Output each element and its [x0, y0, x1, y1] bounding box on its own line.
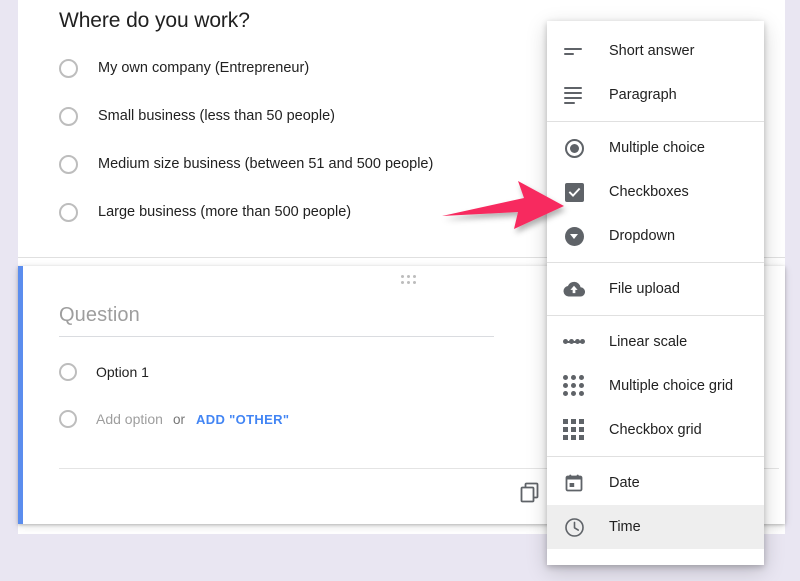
- menu-item-label: File upload: [609, 281, 680, 297]
- add-other-button[interactable]: ADD "OTHER": [196, 412, 289, 427]
- radio-unchecked-icon[interactable]: [59, 202, 78, 222]
- menu-item-time[interactable]: Time: [547, 505, 764, 549]
- menu-item-file-upload[interactable]: File upload: [547, 267, 764, 311]
- paragraph-icon: [561, 82, 587, 108]
- or-label: or: [172, 411, 185, 427]
- menu-item-label: Date: [609, 475, 640, 491]
- menu-item-label: Time: [609, 519, 641, 535]
- option-row[interactable]: Medium size business (between 51 and 500…: [59, 152, 433, 176]
- drag-handle-icon[interactable]: [400, 274, 418, 285]
- radio-unchecked-icon[interactable]: [59, 363, 77, 381]
- option-row-option-1[interactable]: Option 1: [59, 361, 149, 383]
- option-label: Small business (less than 50 people): [98, 108, 335, 124]
- menu-bottom-padding: [547, 549, 764, 557]
- menu-item-label: Linear scale: [609, 334, 688, 350]
- option-label: Large business (more than 500 people): [98, 204, 352, 220]
- menu-item-multiple-choice[interactable]: Multiple choice: [547, 126, 764, 170]
- option-label: Option 1: [96, 364, 149, 380]
- menu-item-label: Checkboxes: [609, 184, 689, 200]
- radio-unchecked-icon[interactable]: [59, 58, 78, 78]
- menu-item-label: Paragraph: [609, 87, 677, 103]
- checkboxes-icon: [561, 179, 587, 205]
- menu-item-label: Short answer: [609, 43, 695, 59]
- multiple-choice-grid-icon: [561, 373, 587, 399]
- file-upload-icon: [561, 276, 587, 302]
- option-row[interactable]: Small business (less than 50 people): [59, 104, 335, 128]
- add-option-label[interactable]: Add option: [96, 411, 163, 427]
- menu-item-date[interactable]: Date: [547, 461, 764, 505]
- option-row[interactable]: My own company (Entrepreneur): [59, 56, 309, 80]
- menu-separator: [547, 315, 764, 316]
- question-title: Where do you work?: [59, 9, 250, 32]
- menu-item-checkbox-grid[interactable]: Checkbox grid: [547, 408, 764, 452]
- option-label: Medium size business (between 51 and 500…: [98, 156, 434, 172]
- menu-item-checkboxes[interactable]: Checkboxes: [547, 170, 764, 214]
- radio-unchecked-icon[interactable]: [59, 154, 78, 174]
- duplicate-icon[interactable]: [518, 480, 542, 504]
- question-input[interactable]: Question: [59, 304, 494, 337]
- menu-separator: [547, 121, 764, 122]
- menu-separator: [547, 456, 764, 457]
- menu-item-multiple-choice-grid[interactable]: Multiple choice grid: [547, 364, 764, 408]
- menu-separator: [547, 262, 764, 263]
- option-label: My own company (Entrepreneur): [98, 60, 310, 76]
- menu-item-label: Checkbox grid: [609, 422, 702, 438]
- short-answer-icon: [561, 38, 587, 64]
- menu-item-paragraph[interactable]: Paragraph: [547, 73, 764, 117]
- menu-item-dropdown[interactable]: Dropdown: [547, 214, 764, 258]
- multiple-choice-icon: [561, 135, 587, 161]
- menu-item-label: Dropdown: [609, 228, 676, 244]
- menu-item-label: Multiple choice: [609, 140, 705, 156]
- linear-scale-icon: [561, 329, 587, 355]
- option-row[interactable]: Large business (more than 500 people): [59, 200, 351, 224]
- radio-unchecked-icon[interactable]: [59, 410, 77, 428]
- question-type-menu[interactable]: Short answer Paragraph Multiple choice C…: [547, 21, 764, 565]
- menu-top-padding: [547, 21, 764, 29]
- menu-item-linear-scale[interactable]: Linear scale: [547, 320, 764, 364]
- time-icon: [561, 514, 587, 540]
- add-option-row[interactable]: Add option or ADD "OTHER": [59, 408, 289, 430]
- radio-unchecked-icon[interactable]: [59, 106, 78, 126]
- menu-item-short-answer[interactable]: Short answer: [547, 29, 764, 73]
- dropdown-icon: [561, 223, 587, 249]
- menu-item-label: Multiple choice grid: [609, 378, 734, 394]
- checkbox-grid-icon: [561, 417, 587, 443]
- screenshot-root: Where do you work? My own company (Entre…: [0, 0, 800, 581]
- date-icon: [561, 470, 587, 496]
